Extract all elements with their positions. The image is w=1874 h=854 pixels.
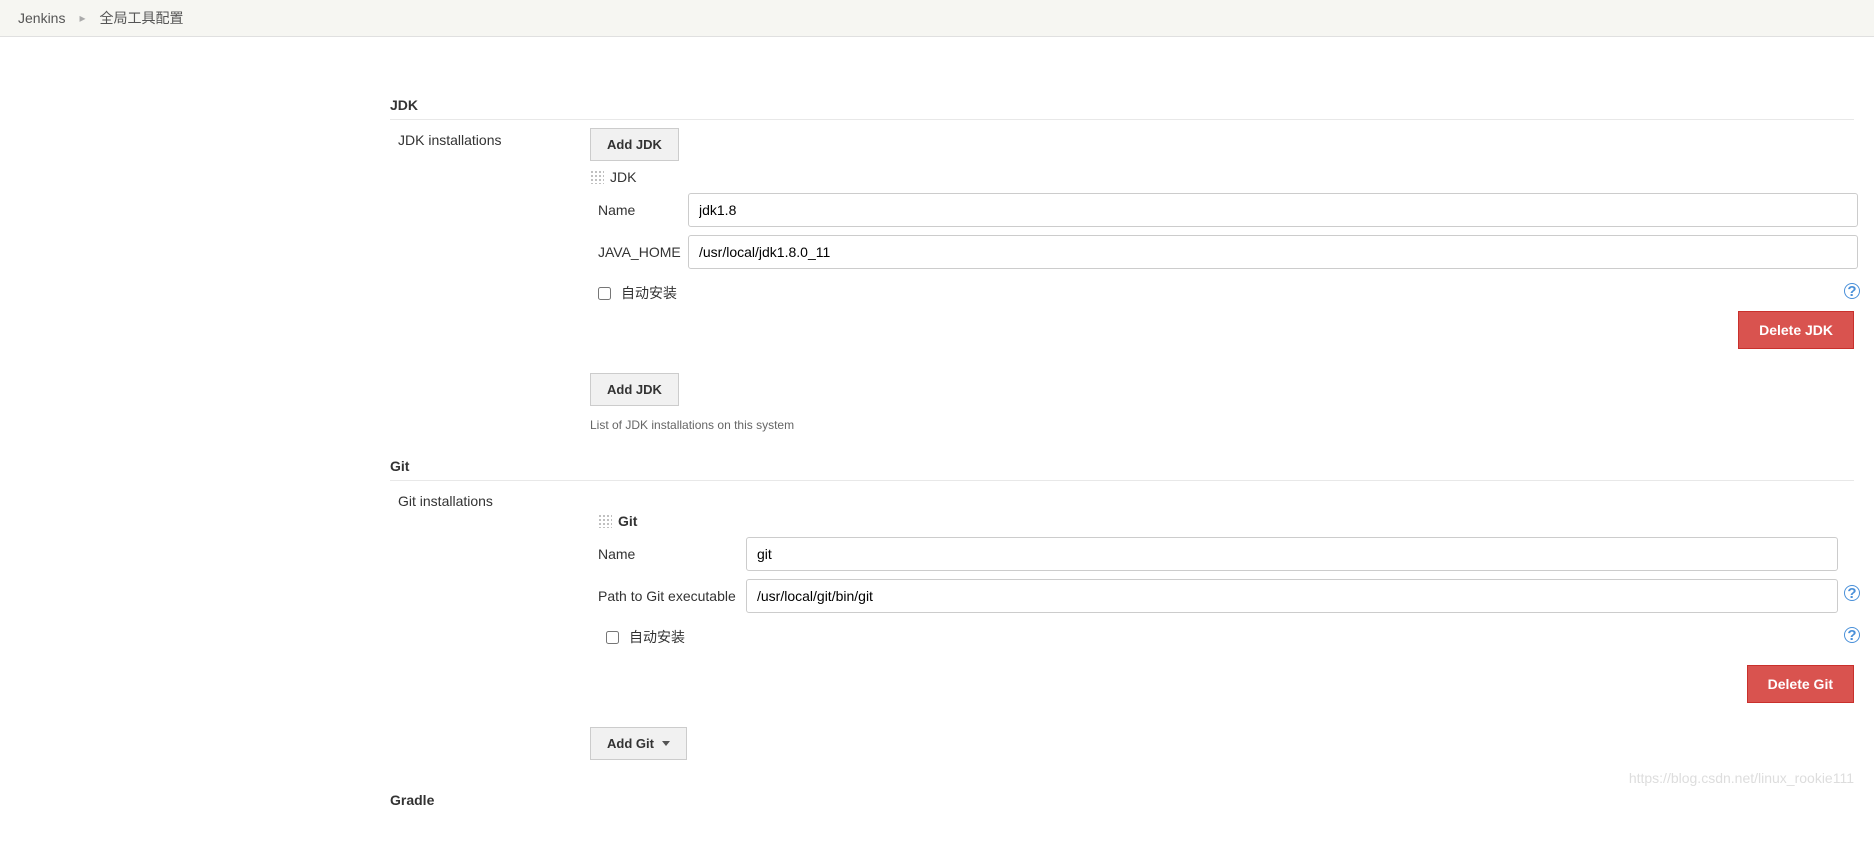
jdk-installations-label: JDK installations [0, 128, 590, 148]
git-auto-install-label: 自动安装 [629, 627, 685, 647]
git-installations-label: Git installations [0, 489, 590, 509]
git-instance-title: Git [618, 513, 637, 529]
help-icon[interactable]: ? [1844, 627, 1860, 643]
git-name-label: Name [0, 546, 746, 562]
jdk-hint-text: List of JDK installations on this system [590, 418, 1874, 432]
git-auto-install-checkbox[interactable] [606, 631, 619, 644]
help-icon[interactable]: ? [1844, 283, 1860, 299]
add-jdk-button-2[interactable]: Add JDK [590, 373, 679, 406]
jdk-instance-header: JDK [590, 169, 1874, 185]
add-git-label: Add Git [607, 736, 654, 751]
chevron-down-icon [662, 741, 670, 746]
section-title-jdk: JDK [390, 85, 1854, 120]
java-home-input[interactable] [688, 235, 1858, 269]
breadcrumb-jenkins[interactable]: Jenkins [18, 10, 65, 26]
git-name-input[interactable] [746, 537, 1838, 571]
jdk-name-label: Name [0, 202, 688, 218]
git-path-input[interactable] [746, 579, 1838, 613]
java-home-label: JAVA_HOME [0, 244, 688, 260]
add-git-button[interactable]: Add Git [590, 727, 687, 760]
delete-git-button[interactable]: Delete Git [1747, 665, 1854, 703]
add-jdk-button[interactable]: Add JDK [590, 128, 679, 161]
delete-jdk-button[interactable]: Delete JDK [1738, 311, 1854, 349]
breadcrumb: Jenkins ▸ 全局工具配置 [0, 0, 1874, 37]
section-title-git: Git [390, 446, 1854, 481]
watermark-text: https://blog.csdn.net/linux_rookie111 [1629, 770, 1854, 786]
help-icon[interactable]: ? [1844, 585, 1860, 601]
git-instance-header: Git [598, 513, 1874, 529]
drag-grip-icon[interactable] [590, 170, 604, 184]
git-path-label: Path to Git executable [0, 588, 746, 604]
breadcrumb-page[interactable]: 全局工具配置 [100, 8, 184, 28]
breadcrumb-separator-icon: ▸ [79, 11, 85, 25]
jdk-auto-install-checkbox[interactable] [598, 287, 611, 300]
drag-grip-icon[interactable] [598, 514, 612, 528]
jdk-instance-title: JDK [610, 169, 636, 185]
jdk-name-input[interactable] [688, 193, 1858, 227]
jdk-auto-install-label: 自动安装 [621, 283, 677, 303]
